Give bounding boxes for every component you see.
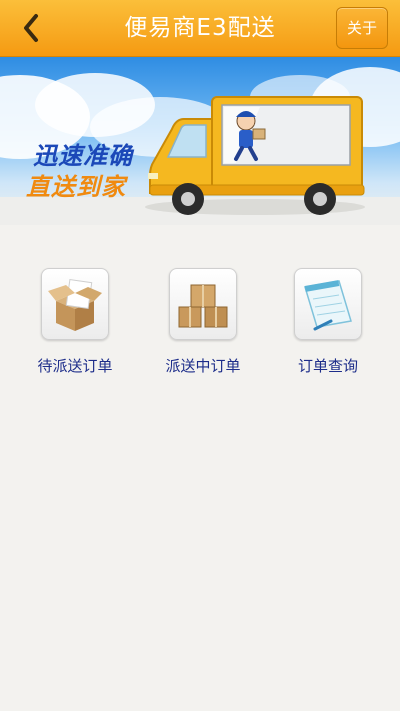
promo-banner: 迅速准确 直送到家	[0, 57, 400, 225]
menu-item-pending-orders[interactable]: 待派送订单	[20, 268, 130, 376]
menu-item-order-search[interactable]: 订单查询	[273, 268, 383, 376]
notepad-icon[interactable]	[294, 268, 362, 340]
about-button[interactable]: 关于	[336, 7, 388, 49]
menu-item-delivering-orders[interactable]: 派送中订单	[148, 268, 258, 376]
header-bar: 便易商E3配送 关于	[0, 0, 400, 57]
slogan-line-1: 迅速准确	[33, 142, 133, 170]
stacked-boxes-icon[interactable]	[169, 268, 237, 340]
menu-label-order-search: 订单查询	[297, 357, 358, 375]
slogan-line-2: 直送到家	[26, 173, 126, 201]
menu-label-pending-orders: 待派送订单	[37, 357, 113, 375]
delivery-truck-icon	[148, 96, 365, 215]
open-box-icon[interactable]	[41, 268, 109, 340]
menu-label-delivering-orders: 派送中订单	[165, 357, 241, 375]
